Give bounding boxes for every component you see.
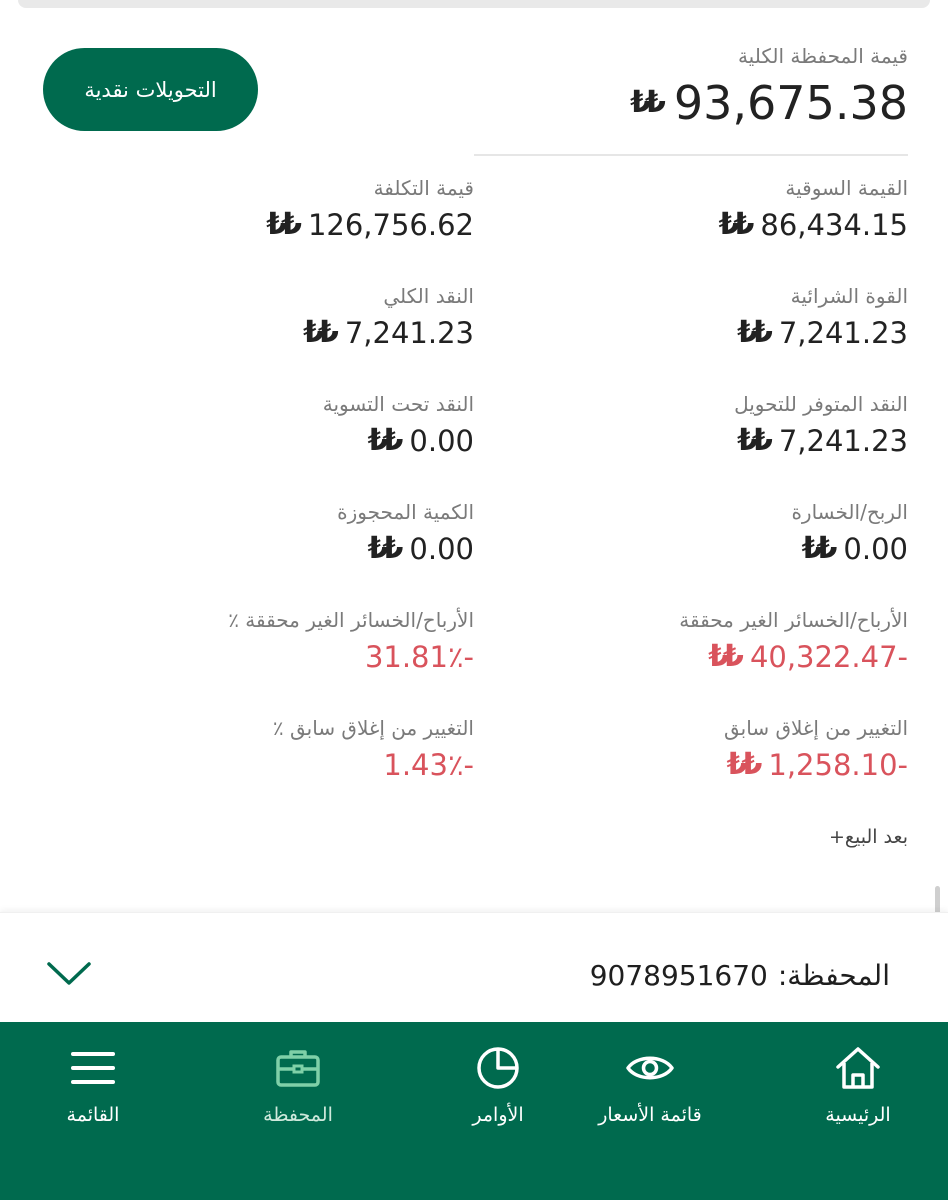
metric-cost-value: قيمة التكلفة ₺₺ 126,756.62 — [266, 176, 474, 242]
riyal-icon: ₺₺ — [708, 639, 744, 674]
metric-value: 31.81٪- — [228, 640, 474, 674]
metric-label: الأرباح/الخسائر الغير محققة ٪ — [228, 608, 474, 632]
nav-label: المحفظة — [263, 1104, 333, 1126]
nav-watchlist[interactable]: قائمة الأسعار — [570, 1040, 730, 1126]
portfolio-selector[interactable]: المحفظة: 9078951670 — [0, 912, 948, 1023]
portfolio-number: 9078951670 — [589, 959, 768, 992]
riyal-icon: ₺₺ — [726, 747, 763, 782]
metric-amount: 86,434.15 — [760, 208, 908, 242]
metric-value: ₺₺ 40,322.47- — [679, 640, 908, 674]
metric-label: التغيير من إغلاق سابق — [723, 716, 908, 740]
portfolio-screen: التحويلات نقدية قيمة المحفظة الكلية ₺₺ 9… — [0, 0, 948, 1200]
metric-label: القوة الشرائية — [790, 284, 908, 308]
nav-portfolio[interactable]: المحفظة — [218, 1040, 378, 1126]
nav-label: القائمة — [66, 1104, 120, 1126]
total-portfolio-value: ₺₺ 93,675.38 — [630, 76, 908, 130]
metric-amount: 7,241.23 — [778, 316, 908, 350]
riyal-icon: ₺₺ — [737, 423, 773, 458]
metric-amount: 1,258.10- — [768, 748, 908, 782]
nav-orders[interactable]: الأوامر — [418, 1040, 578, 1126]
metric-value: ₺₺ 1,258.10- — [724, 748, 908, 782]
metric-value: ₺₺ 7,241.23 — [734, 424, 908, 458]
chevron-down-icon[interactable] — [46, 961, 92, 987]
metric-amount: 7,241.23 — [778, 424, 908, 458]
riyal-icon: ₺₺ — [303, 315, 339, 350]
nav-home[interactable]: الرئيسية — [778, 1040, 938, 1126]
metric-value: ₺₺ 7,241.23 — [303, 316, 474, 350]
total-portfolio-amount: 93,675.38 — [673, 76, 908, 130]
metric-value: 1.43٪- — [273, 748, 474, 782]
metric-amount: 40,322.47- — [749, 640, 908, 674]
after-sale-toggle[interactable]: بعد البيع+ — [829, 826, 908, 848]
nav-label: الرئيسية — [825, 1104, 891, 1126]
metric-label: النقد تحت التسوية — [322, 392, 474, 416]
metric-label: النقد الكلي — [383, 284, 474, 308]
briefcase-icon — [276, 1050, 320, 1087]
nav-menu[interactable]: القائمة — [13, 1040, 173, 1126]
metric-amount: 0.00 — [409, 424, 474, 458]
metric-amount: 0.00 — [409, 532, 474, 566]
metric-label: الأرباح/الخسائر الغير محققة — [679, 608, 908, 632]
metric-value: ₺₺ 0.00 — [791, 532, 908, 566]
metric-amount: 7,241.23 — [344, 316, 474, 350]
metric-market-value: القيمة السوقية ₺₺ 86,434.15 — [719, 176, 908, 242]
metric-label: الكمية المحجوزة — [337, 500, 474, 524]
nav-label: الأوامر — [472, 1104, 524, 1126]
metric-amount: 0.00 — [843, 532, 908, 566]
eye-icon — [626, 1056, 674, 1080]
metric-label: قيمة التكلفة — [373, 176, 474, 200]
metric-label: القيمة السوقية — [785, 176, 908, 200]
divider — [474, 154, 908, 156]
portfolio-label: المحفظة: — [777, 959, 890, 992]
total-portfolio-label: قيمة المحفظة الكلية — [737, 44, 908, 68]
metric-total-cash: النقد الكلي ₺₺ 7,241.23 — [303, 284, 474, 350]
metric-value: ₺₺ 7,241.23 — [737, 316, 908, 350]
metric-label: الربح/الخسارة — [791, 500, 908, 524]
riyal-icon: ₺₺ — [266, 207, 302, 242]
metric-cash-available-transfer: النقد المتوفر للتحويل ₺₺ 7,241.23 — [734, 392, 908, 458]
metric-amount: 126,756.62 — [307, 208, 474, 242]
nav-label: قائمة الأسعار — [598, 1104, 702, 1126]
metric-value: ₺₺ 86,434.15 — [719, 208, 908, 242]
riyal-icon: ₺₺ — [367, 531, 404, 566]
metric-amount: 31.81٪- — [364, 640, 474, 674]
metric-amount: 1.43٪- — [383, 748, 474, 782]
metric-unrealized-pl-pct: الأرباح/الخسائر الغير محققة ٪ 31.81٪- — [228, 608, 474, 674]
metric-cash-under-settlement: النقد تحت التسوية ₺₺ 0.00 — [323, 392, 474, 458]
metric-value: ₺₺ 126,756.62 — [266, 208, 474, 242]
bottom-navigation: الرئيسية قائمة الأسعار الأوامر المحفظة ا… — [0, 1022, 948, 1200]
cash-transfers-button[interactable]: التحويلات نقدية — [43, 48, 258, 131]
top-strip — [18, 0, 930, 8]
metric-buying-power: القوة الشرائية ₺₺ 7,241.23 — [737, 284, 908, 350]
metric-unrealized-pl: الأرباح/الخسائر الغير محققة ₺₺ 40,322.47… — [679, 608, 908, 674]
metric-change-prev-close: التغيير من إغلاق سابق ₺₺ 1,258.10- — [724, 716, 908, 782]
pie-icon — [477, 1047, 519, 1089]
metric-profit-loss: الربح/الخسارة ₺₺ 0.00 — [791, 500, 908, 566]
home-icon — [836, 1047, 880, 1089]
riyal-icon: ₺₺ — [367, 423, 404, 458]
portfolio-number-text: المحفظة: 9078951670 — [590, 959, 890, 992]
metric-label: التغيير من إغلاق سابق ٪ — [272, 716, 474, 740]
metric-change-prev-close-pct: التغيير من إغلاق سابق ٪ 1.43٪- — [273, 716, 474, 782]
riyal-icon: ₺₺ — [737, 315, 773, 350]
metric-reserved-qty: الكمية المحجوزة ₺₺ 0.00 — [337, 500, 474, 566]
metric-value: ₺₺ 0.00 — [337, 532, 474, 566]
menu-icon — [71, 1052, 115, 1084]
metric-value: ₺₺ 0.00 — [323, 424, 474, 458]
riyal-icon: ₺₺ — [718, 207, 755, 242]
riyal-icon: ₺₺ — [630, 85, 666, 120]
riyal-icon: ₺₺ — [801, 531, 838, 566]
metric-label: النقد المتوفر للتحويل — [734, 392, 908, 416]
